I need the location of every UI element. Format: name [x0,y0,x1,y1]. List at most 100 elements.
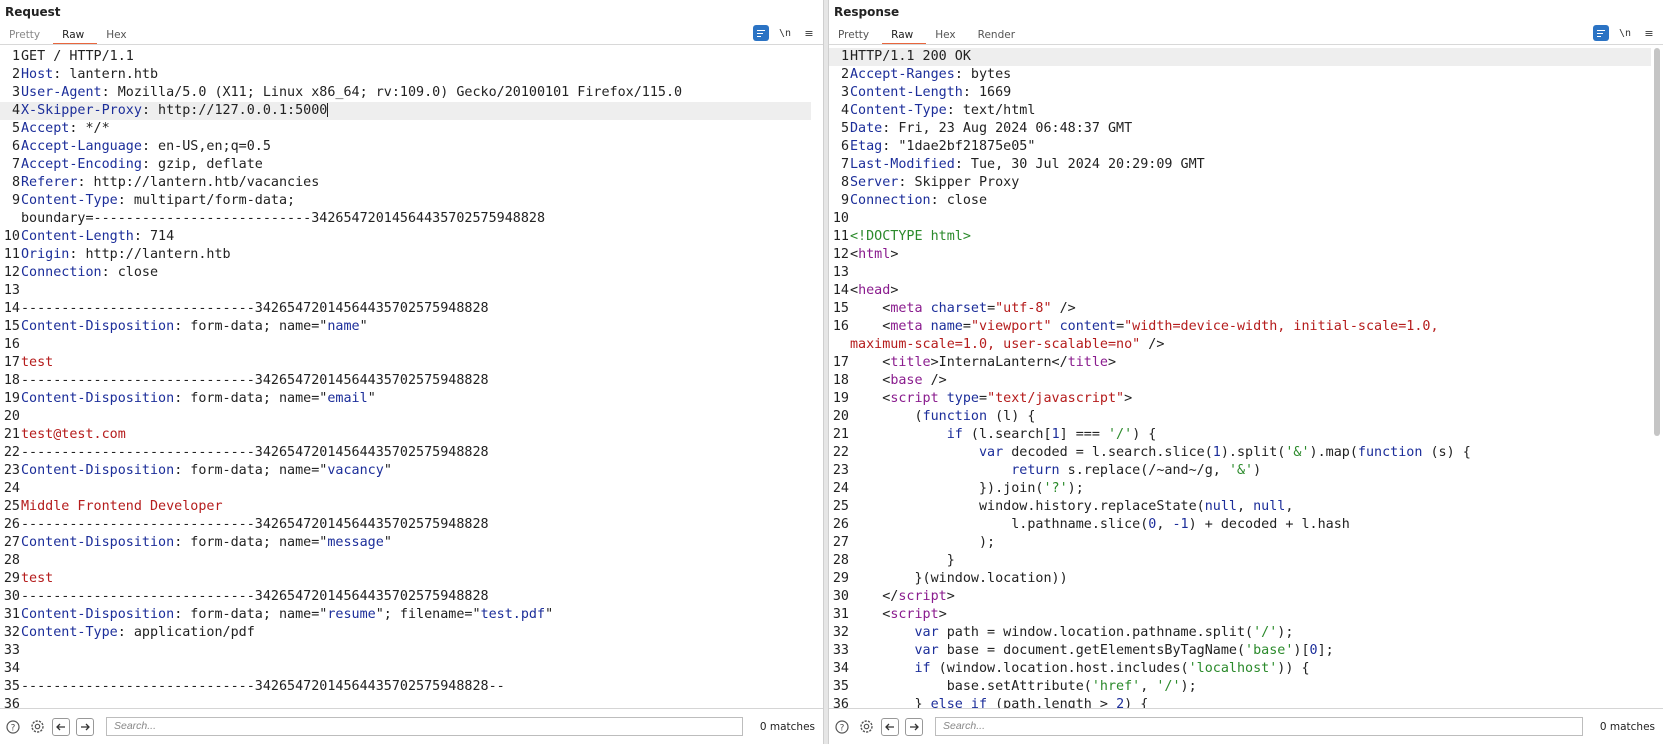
request-scrollbar[interactable] [813,48,821,708]
request-code-line[interactable]: 31 Content-Disposition: form-data; name="… [0,606,811,624]
response-editor[interactable]: 1 HTTP/1.1 200 OK 2 Accept-Ranges: bytes 3 Co… [829,48,1651,708]
previous-match-icon[interactable] [52,717,70,736]
response-code-line[interactable]: 9 Connection: close [829,192,1651,210]
request-code-line[interactable]: 35 -----------------------------342654720… [0,678,811,696]
request-code-line[interactable]: 3 User-Agent: Mozilla/5.0 (X11; Linux x86… [0,84,811,102]
response-code-line[interactable]: 31 <script> [829,606,1651,624]
help-icon[interactable]: ? [833,718,851,736]
request-code-line[interactable]: 29 test [0,570,811,588]
response-tab-hex[interactable]: Hex [926,27,968,45]
response-code-line[interactable]: 36 } else if (path.length > 2) { [829,696,1651,708]
response-code-line[interactable]: 22 var decoded = l.search.slice(1).split… [829,444,1651,462]
response-code-line[interactable]: 33 var base = document.getElementsByTagN… [829,642,1651,660]
request-menu-button[interactable]: ≡ [801,25,817,41]
request-code-line[interactable]: 24 [0,480,811,498]
request-code-line[interactable]: 10 Content-Length: 714 [0,228,811,246]
request-code-line[interactable]: 30 -----------------------------342654720… [0,588,811,606]
response-code-line[interactable]: 16 <meta name="viewport" content="width=… [829,318,1651,336]
response-code-line[interactable]: 3 Content-Length: 1669 [829,84,1651,102]
previous-match-icon[interactable] [881,717,899,736]
request-code-line[interactable]: 20 [0,408,811,426]
response-code-line[interactable]: 11 <!DOCTYPE html> [829,228,1651,246]
response-newline-button[interactable]: \n [1617,25,1633,41]
response-code-line[interactable]: 15 <meta charset="utf-8" /> [829,300,1651,318]
request-code-line[interactable]: 21 test@test.com [0,426,811,444]
request-search-input[interactable]: Search... [106,717,743,736]
request-code-line[interactable]: 25 Middle Frontend Developer [0,498,811,516]
response-code-line[interactable]: 32 var path = window.location.pathname.s… [829,624,1651,642]
request-wrap-lines-button[interactable] [753,25,769,41]
request-code-line[interactable]: 28 [0,552,811,570]
response-code-line[interactable]: 4 Content-Type: text/html [829,102,1651,120]
response-code-line[interactable]: 7 Last-Modified: Tue, 30 Jul 2024 20:29:0… [829,156,1651,174]
request-editor[interactable]: 1 GET / HTTP/1.1 2 Host: lantern.htb 3 User-A… [0,48,811,708]
request-tab-raw[interactable]: Raw [53,27,98,45]
request-code-line[interactable]: 15 Content-Disposition: form-data; name="… [0,318,811,336]
response-code-line[interactable]: 14 <head> [829,282,1651,300]
request-code-line[interactable]: 8 Referer: http://lantern.htb/vacancies [0,174,811,192]
request-code-line[interactable]: 13 [0,282,811,300]
request-code-line[interactable]: boundary=---------------------------3426… [0,210,811,228]
help-icon[interactable]: ? [4,718,22,736]
response-code-line[interactable]: 19 <script type="text/javascript"> [829,390,1651,408]
request-tab-hex[interactable]: Hex [97,27,139,45]
request-newline-button[interactable]: \n [777,25,793,41]
request-code-line[interactable]: 5 Accept: */* [0,120,811,138]
response-code-line[interactable]: 18 <base /> [829,372,1651,390]
request-code-line[interactable]: 36 [0,696,811,708]
response-code-line[interactable]: maximum-scale=1.0, user-scalable=no" /> [829,336,1651,354]
response-scrollbar-thumb[interactable] [1654,48,1660,436]
response-tab-raw[interactable]: Raw [882,27,927,45]
response-code-line[interactable]: 24 }).join('?'); [829,480,1651,498]
next-match-icon[interactable] [905,717,923,736]
response-code-line[interactable]: 2 Accept-Ranges: bytes [829,66,1651,84]
response-code-line[interactable]: 28 } [829,552,1651,570]
response-tab-pretty[interactable]: Pretty [829,27,882,45]
request-code-line[interactable]: 11 Origin: http://lantern.htb [0,246,811,264]
response-code-line[interactable]: 6 Etag: "1dae2bf21875e05" [829,138,1651,156]
response-code-line[interactable]: 12 <html> [829,246,1651,264]
response-code-line[interactable]: 10 [829,210,1651,228]
response-code-line[interactable]: 13 [829,264,1651,282]
settings-gear-icon[interactable] [857,718,875,736]
request-code-line[interactable]: 18 -----------------------------342654720… [0,372,811,390]
response-code-line[interactable]: 35 base.setAttribute('href', '/'); [829,678,1651,696]
response-code-line[interactable]: 23 return s.replace(/~and~/g, '&') [829,462,1651,480]
response-code-line[interactable]: 8 Server: Skipper Proxy [829,174,1651,192]
request-code-line[interactable]: 27 Content-Disposition: form-data; name="… [0,534,811,552]
request-code-line[interactable]: 1 GET / HTTP/1.1 [0,48,811,66]
response-code-line[interactable]: 29 }(window.location)) [829,570,1651,588]
response-code-line[interactable]: 30 </script> [829,588,1651,606]
request-code-line[interactable]: 33 [0,642,811,660]
request-code-line[interactable]: 9 Content-Type: multipart/form-data; [0,192,811,210]
response-code-line[interactable]: 27 ); [829,534,1651,552]
response-code-line[interactable]: 25 window.history.replaceState(null, nul… [829,498,1651,516]
request-code-line[interactable]: 32 Content-Type: application/pdf [0,624,811,642]
response-code-line[interactable]: 20 (function (l) { [829,408,1651,426]
request-code-line[interactable]: 12 Connection: close [0,264,811,282]
response-search-input[interactable]: Search... [935,717,1583,736]
request-code-line[interactable]: 4 X-Skipper-Proxy: http://127.0.0.1:5000 [0,102,811,120]
next-match-icon[interactable] [76,717,94,736]
response-scrollbar[interactable] [1653,48,1661,708]
response-code-line[interactable]: 1 HTTP/1.1 200 OK [829,48,1651,66]
response-menu-button[interactable]: ≡ [1641,25,1657,41]
request-code-line[interactable]: 7 Accept-Encoding: gzip, deflate [0,156,811,174]
response-tab-render[interactable]: Render [969,27,1028,45]
response-code-line[interactable]: 5 Date: Fri, 23 Aug 2024 06:48:37 GMT [829,120,1651,138]
request-code-line[interactable]: 2 Host: lantern.htb [0,66,811,84]
request-code-line[interactable]: 19 Content-Disposition: form-data; name="… [0,390,811,408]
request-tab-pretty[interactable]: Pretty [0,27,53,45]
request-code-line[interactable]: 22 -----------------------------342654720… [0,444,811,462]
response-code-line[interactable]: 21 if (l.search[1] === '/') { [829,426,1651,444]
response-code-line[interactable]: 34 if (window.location.host.includes('lo… [829,660,1651,678]
request-code-line[interactable]: 17 test [0,354,811,372]
request-code-line[interactable]: 14 -----------------------------342654720… [0,300,811,318]
request-code-line[interactable]: 16 [0,336,811,354]
response-code-line[interactable]: 17 <title>InternaLantern</title> [829,354,1651,372]
request-code-line[interactable]: 34 [0,660,811,678]
request-code-line[interactable]: 23 Content-Disposition: form-data; name="… [0,462,811,480]
request-code-line[interactable]: 6 Accept-Language: en-US,en;q=0.5 [0,138,811,156]
response-code-line[interactable]: 26 l.pathname.slice(0, -1) + decoded + l… [829,516,1651,534]
request-code-line[interactable]: 26 -----------------------------342654720… [0,516,811,534]
